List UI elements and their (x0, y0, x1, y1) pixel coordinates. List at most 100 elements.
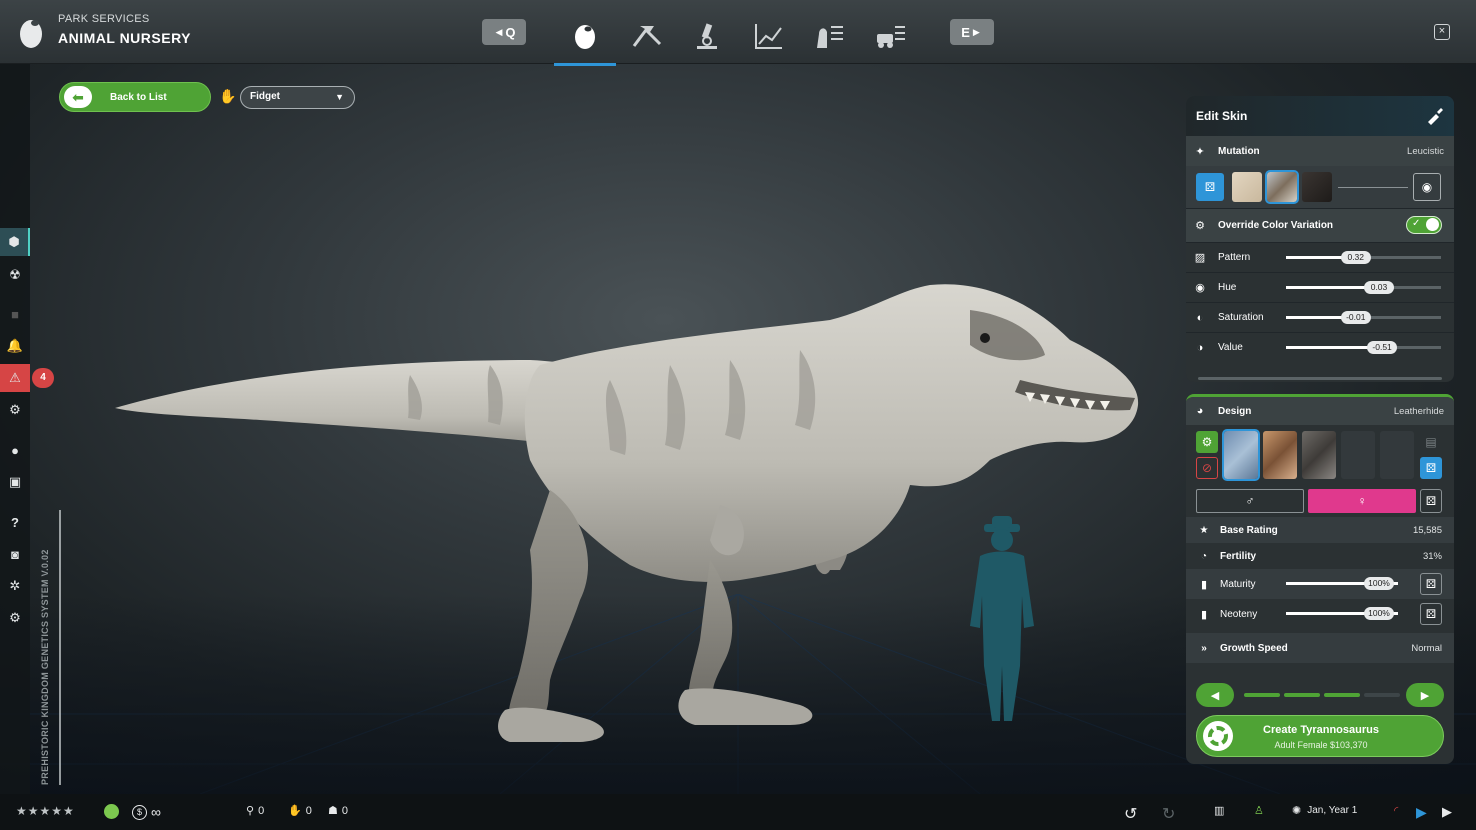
undo-icon[interactable]: ↺ (1124, 804, 1137, 824)
hue-slider[interactable]: 0.03 (1286, 281, 1441, 294)
override-label: Override Color Variation (1218, 220, 1334, 231)
paintbrush-icon[interactable] (1424, 106, 1444, 126)
neoteny-value[interactable]: 100% (1364, 607, 1394, 620)
growth-speed-row: » Growth Speed Normal (1186, 633, 1454, 663)
randomize-dice-icon[interactable]: ⚄ (1420, 573, 1442, 595)
coin-icon: $ (132, 804, 147, 820)
animation-select[interactable]: Fidget ▼ (240, 86, 355, 109)
tab-nursery[interactable] (554, 8, 616, 66)
swatch-divider (1338, 187, 1408, 188)
growth-decrease-button[interactable]: ◀ (1196, 683, 1234, 707)
mutation-swatches: ⚄ ◉ (1186, 166, 1454, 208)
pattern-slider[interactable]: 0.32 (1286, 251, 1441, 264)
tools-icon[interactable]: ✲ (0, 572, 30, 600)
male-icon: ♂ (1245, 494, 1255, 508)
create-button-label: Create Tyrannosaurus (1263, 724, 1379, 736)
randomize-dice-icon[interactable]: ⚄ (1196, 173, 1224, 201)
previous-tab-button[interactable]: ◀ Q (482, 19, 526, 45)
hide-eye-icon[interactable]: ◉ (1413, 173, 1441, 201)
redo-icon[interactable]: ↻ (1162, 804, 1175, 824)
value-slider[interactable]: -0.51 (1286, 341, 1441, 354)
tab-research[interactable] (676, 8, 738, 64)
play-icon[interactable]: ▶ (1416, 804, 1427, 821)
human-scale-silhouette (970, 516, 1034, 721)
bell-icon[interactable]: 🔔 (0, 332, 30, 360)
mutation-swatch-1[interactable] (1232, 172, 1262, 202)
growth-increase-button[interactable]: ▶ (1406, 683, 1444, 707)
tab-staff-vehicles[interactable] (860, 8, 922, 64)
design-swatch-2[interactable] (1263, 431, 1297, 479)
tab-species-list[interactable] (798, 8, 860, 64)
next-tab-button[interactable]: E ▶ (950, 19, 994, 45)
tab-statistics[interactable] (738, 8, 800, 64)
hue-icon: ◉ (1195, 282, 1205, 294)
mutation-swatch-3[interactable] (1302, 172, 1332, 202)
design-value: Leatherhide (1393, 405, 1444, 417)
egg-icon[interactable]: ● (0, 436, 30, 464)
edit-skin-header: Edit Skin (1186, 96, 1454, 136)
fertility-icon: ◔ (1200, 550, 1208, 562)
randomize-dice-icon[interactable]: ⚄ (1420, 603, 1442, 625)
date-display[interactable]: ✺ Jan, Year 1 (1292, 804, 1357, 817)
person-icon[interactable]: ♙ (1254, 804, 1264, 817)
maturity-value[interactable]: 100% (1364, 577, 1394, 590)
slider-value[interactable]: 0.03 (1364, 281, 1394, 294)
radiation-icon[interactable]: ☢ (0, 261, 30, 289)
override-color-toggle[interactable]: ✓ (1406, 216, 1442, 234)
design-swatch-empty-1[interactable] (1341, 431, 1375, 479)
book-icon[interactable]: ▣ (0, 468, 30, 496)
neoteny-slider[interactable]: 100% (1286, 607, 1398, 620)
left-sidebar (0, 64, 30, 794)
warning-count-badge: 4 (32, 368, 54, 388)
apply-gear-icon[interactable]: ⚙ (1196, 431, 1218, 453)
footprint-icon: ✋ (219, 88, 237, 104)
animal-count[interactable]: ✋ 0 (288, 804, 312, 818)
inbox-icon[interactable]: ■ (0, 300, 30, 328)
pause-indicator-icon[interactable]: ◜ (1394, 804, 1398, 817)
mutation-value: Leucistic (1407, 145, 1444, 157)
growth-segment (1284, 693, 1320, 697)
park-rating-stars[interactable]: ★★★★★ (16, 804, 75, 818)
chart-icon (755, 24, 782, 49)
clear-icon[interactable]: ⊘ (1196, 457, 1218, 479)
slider-value[interactable]: 0.32 (1340, 251, 1371, 264)
map-icon[interactable]: ▥ (1214, 804, 1224, 817)
mutation-row: ✦ Mutation Leucistic (1186, 136, 1454, 166)
fast-forward-icon[interactable]: ▶ (1442, 804, 1452, 820)
staff-count[interactable]: ☗ 0 (328, 804, 348, 818)
slider-value[interactable]: -0.01 (1340, 311, 1371, 324)
version-label: PREHISTORIC KINGDOM GENETICS SYSTEM V.0.… (40, 549, 50, 785)
chevron-left-icon: ◀ (495, 26, 503, 37)
design-swatch-1[interactable] (1222, 429, 1260, 481)
close-button[interactable]: × (1434, 24, 1450, 40)
back-to-list-button[interactable]: ⬅ Back to List (59, 82, 211, 112)
randomize-dice-icon[interactable]: ⚄ (1420, 489, 1442, 513)
happy-face-icon[interactable] (104, 804, 119, 819)
panel-scroll-indicator[interactable] (1198, 377, 1442, 380)
guest-count[interactable]: ⚲ 0 (246, 804, 264, 818)
design-swatch-3[interactable] (1302, 431, 1336, 479)
create-tyrannosaurus-button[interactable]: Create Tyrannosaurus Adult Female $103,3… (1196, 715, 1444, 757)
camera-icon[interactable]: ◙ (0, 540, 30, 568)
mutation-swatch-2[interactable] (1265, 170, 1299, 204)
bars-icon: ▮ (1200, 578, 1208, 591)
settings-gear-icon[interactable]: ⚙ (0, 396, 30, 424)
tab-excavation[interactable] (616, 8, 678, 64)
save-icon[interactable]: ▤ (1420, 431, 1442, 453)
genetics-icon[interactable]: ⬢ (0, 228, 30, 256)
design-swatch-empty-2[interactable] (1380, 431, 1414, 479)
help-icon[interactable]: ? (0, 508, 30, 536)
loading-ring-icon (1203, 721, 1233, 751)
randomize-dice-icon[interactable]: ⚄ (1420, 457, 1442, 479)
warning-icon[interactable]: ⚠ (0, 364, 30, 392)
slider-value[interactable]: -0.51 (1367, 341, 1398, 354)
saturation-slider[interactable]: -0.01 (1286, 311, 1441, 324)
neoteny-row: ▮ Neoteny 100% ⚄ (1186, 599, 1454, 629)
growth-speed-control: ◀ ▶ (1196, 683, 1444, 707)
gear-icon[interactable]: ⚙ (0, 604, 30, 632)
paw-icon: ✋ (288, 805, 302, 817)
female-button[interactable]: ♀ (1308, 489, 1416, 513)
currency-display[interactable]: $ ∞ (132, 804, 161, 820)
male-button[interactable]: ♂ (1196, 489, 1304, 513)
maturity-slider[interactable]: 100% (1286, 577, 1398, 590)
